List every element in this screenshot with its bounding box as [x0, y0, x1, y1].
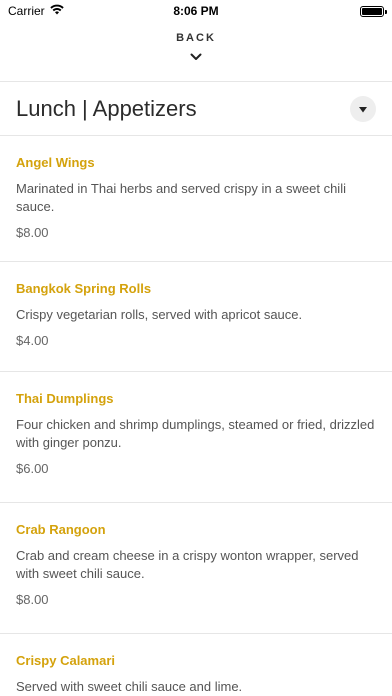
item-price: $6.00: [16, 461, 49, 476]
item-name: Crab Rangoon: [16, 522, 106, 537]
item-name: Angel Wings: [16, 155, 95, 170]
item-description: Four chicken and shrimp dumplings, steam…: [16, 417, 375, 450]
back-button[interactable]: BACK: [0, 32, 392, 74]
item-name: Thai Dumplings: [16, 391, 114, 406]
item-name: Crispy Calamari: [16, 653, 115, 668]
chevron-down-icon: [190, 48, 202, 66]
menu-header: Lunch | Appetizers: [0, 82, 392, 136]
item-description: Served with sweet chili sauce and lime.: [16, 679, 243, 694]
menu-items-list: Angel Wings Marinated in Thai herbs and …: [0, 136, 392, 696]
item-description: Crab and cream cheese in a crispy wonton…: [16, 548, 359, 581]
battery-icon: [360, 5, 387, 17]
carrier-label: Carrier: [8, 4, 45, 18]
menu-item[interactable]: Angel Wings Marinated in Thai herbs and …: [0, 136, 392, 262]
caret-down-icon: [359, 100, 367, 118]
menu-item[interactable]: Crab Rangoon Crab and cream cheese in a …: [0, 503, 392, 634]
item-price: $8.00: [16, 592, 49, 607]
menu-item[interactable]: Bangkok Spring Rolls Crispy vegetarian r…: [0, 262, 392, 372]
menu-item[interactable]: Crispy Calamari Served with sweet chili …: [0, 634, 392, 696]
status-left: Carrier: [8, 4, 64, 18]
item-price: $8.00: [16, 225, 49, 240]
status-bar: Carrier 8:06 PM: [0, 0, 392, 22]
back-label: BACK: [176, 32, 216, 44]
item-price: $4.00: [16, 333, 49, 348]
wifi-icon: [49, 4, 64, 18]
item-description: Marinated in Thai herbs and served crisp…: [16, 181, 346, 214]
menu-item[interactable]: Thai Dumplings Four chicken and shrimp d…: [0, 372, 392, 503]
item-name: Bangkok Spring Rolls: [16, 281, 152, 296]
menu-title: Lunch | Appetizers: [16, 95, 197, 121]
menu-dropdown-button[interactable]: [350, 95, 376, 122]
item-description: Crispy vegetarian rolls, served with apr…: [16, 307, 303, 322]
